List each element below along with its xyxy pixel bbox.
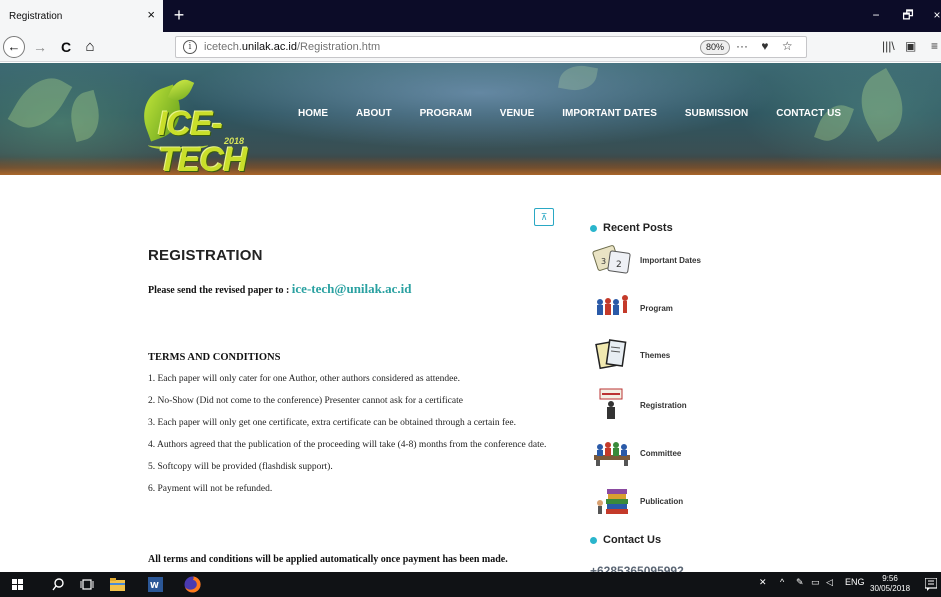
bookmark-star-icon[interactable]: ☆ — [782, 39, 793, 53]
pocket-icon[interactable]: ♥ — [761, 39, 768, 53]
navigation-toolbar: ← → C ⌂ i icetech.unilak.ac.id/Registrat… — [0, 32, 941, 62]
tab-close-icon[interactable]: × — [147, 8, 155, 22]
terms-item: 5. Softcopy will be provided (flashdisk … — [148, 462, 333, 472]
clock-time: 9:56 — [882, 574, 898, 583]
terms-heading: TERMS AND CONDITIONS — [148, 352, 281, 363]
terms-item: 6. Payment will not be refunded. — [148, 484, 273, 494]
recent-posts-heading: Recent Posts — [590, 222, 790, 234]
svg-text:W: W — [150, 581, 159, 590]
decor-leaf-icon — [7, 67, 73, 139]
zoom-level-badge[interactable]: 80% — [700, 40, 731, 55]
contact-us-heading: Contact Us — [590, 534, 661, 546]
taskbar: W ✕ ^ ✎ ▭ ◁ ENG 9:56 30/05/2018 — [0, 572, 941, 597]
post-label[interactable]: Themes — [640, 351, 670, 360]
nav-important-dates[interactable]: IMPORTANT DATES — [562, 108, 657, 119]
terms-item: 3. Each paper will only get one certific… — [148, 418, 516, 428]
page-title: REGISTRATION — [148, 247, 263, 264]
decor-leaf-icon — [64, 89, 106, 143]
battery-icon[interactable]: ▭ — [811, 577, 820, 588]
site-header: ICE-TECH 2018 HOME ABOUT PROGRAM VENUE I… — [0, 63, 941, 175]
logo-text: ICE-TECH — [158, 105, 248, 175]
clock-date: 30/05/2018 — [870, 584, 911, 593]
post-label[interactable]: Program — [640, 304, 673, 313]
committee-icon — [594, 442, 630, 466]
tab-strip: Registration × + − 🗗 × — [0, 0, 941, 32]
new-tab-button[interactable]: + — [168, 4, 190, 26]
taskbar-clock[interactable]: 9:56 30/05/2018 — [870, 574, 910, 594]
decor-leaf-icon — [814, 99, 854, 147]
calendar-icon: 3 2 — [592, 245, 631, 274]
post-themes[interactable]: Themes — [590, 337, 790, 373]
post-important-dates[interactable]: 3 2 Important Dates — [590, 242, 790, 278]
registration-sign-icon — [599, 388, 623, 419]
post-label[interactable]: Committee — [640, 449, 681, 458]
pin-icon[interactable]: ⊼ — [534, 208, 554, 226]
svg-text:2: 2 — [616, 260, 622, 270]
post-program[interactable]: Program — [590, 290, 790, 326]
windows-start-icon[interactable] — [12, 579, 23, 590]
task-view-icon[interactable] — [80, 579, 94, 590]
sidebar: Recent Posts 3 2 Important Dates Program — [590, 222, 790, 572]
nav-home[interactable]: HOME — [298, 108, 328, 119]
send-paper-line: Please send the revised paper to : ice-t… — [148, 281, 412, 297]
terms-item: 4. Authors agreed that the publication o… — [148, 440, 547, 450]
post-label[interactable]: Publication — [640, 497, 683, 506]
book-stack-icon — [597, 489, 628, 514]
url-bar[interactable]: i icetech.unilak.ac.id/Registration.htm … — [175, 36, 807, 58]
restore-icon[interactable]: 🗗 — [893, 0, 923, 32]
terms-footer: All terms and conditions will be applied… — [148, 554, 508, 565]
terms-list: 1. Each paper will only cater for one Au… — [148, 372, 573, 504]
post-publication[interactable]: Publication — [590, 483, 790, 519]
url-text[interactable]: icetech.unilak.ac.id/Registration.htm — [204, 41, 380, 53]
post-label[interactable]: Important Dates — [640, 256, 701, 265]
reload-button[interactable]: C — [58, 38, 74, 56]
tab-registration[interactable]: Registration × — [0, 0, 163, 32]
tab-title: Registration — [9, 10, 63, 22]
logo-year: 2018 — [224, 136, 245, 146]
terms-item: 1. Each paper will only cater for one Au… — [148, 374, 460, 384]
pen-icon[interactable]: ✎ — [796, 577, 804, 588]
page-actions-icon[interactable]: ··· — [736, 39, 748, 53]
decor-leaf-icon — [847, 68, 917, 142]
main-nav: HOME ABOUT PROGRAM VENUE IMPORTANT DATES… — [298, 108, 869, 119]
people-group-icon — [597, 295, 628, 315]
forward-button[interactable]: → — [32, 38, 48, 56]
file-explorer-icon[interactable] — [110, 578, 125, 591]
home-button[interactable]: ⌂ — [82, 38, 98, 56]
svg-text:3: 3 — [601, 257, 606, 266]
menu-icon[interactable]: ≡ — [931, 39, 938, 53]
post-committee[interactable]: Committee — [590, 435, 790, 471]
page-content: ⊼ REGISTRATION Please send the revised p… — [0, 175, 941, 572]
site-info-icon[interactable]: i — [183, 40, 197, 54]
language-indicator[interactable]: ENG — [845, 577, 865, 587]
firefox-icon[interactable] — [184, 576, 201, 593]
nav-submission[interactable]: SUBMISSION — [685, 108, 748, 119]
people-icon[interactable]: ✕ — [759, 577, 767, 588]
bullet-dot-icon — [590, 224, 597, 232]
minimize-icon[interactable]: − — [861, 0, 891, 32]
email-link[interactable]: ice-tech@unilak.ac.id — [292, 281, 412, 296]
search-icon[interactable] — [52, 578, 64, 591]
close-window-icon[interactable]: × — [922, 0, 941, 32]
notifications-icon[interactable] — [925, 578, 937, 591]
nav-program[interactable]: PROGRAM — [420, 108, 472, 119]
terms-item: 2. No-Show (Did not come to the conferen… — [148, 396, 463, 406]
back-button[interactable]: ← — [3, 36, 25, 58]
book-icon — [595, 339, 627, 370]
library-icon[interactable]: |||\ — [882, 39, 895, 53]
site-logo[interactable]: ICE-TECH 2018 — [135, 75, 272, 175]
post-label[interactable]: Registration — [640, 401, 687, 410]
word-icon[interactable]: W — [148, 577, 163, 592]
send-paper-label: Please send the revised paper to : — [148, 285, 290, 296]
bullet-dot-icon — [590, 536, 597, 544]
nav-about[interactable]: ABOUT — [356, 108, 392, 119]
nav-venue[interactable]: VENUE — [500, 108, 534, 119]
volume-icon[interactable]: ◁ — [826, 577, 833, 588]
decor-leaf-icon — [558, 63, 598, 94]
post-registration[interactable]: Registration — [590, 387, 790, 423]
contact-phone[interactable]: +6285365095992 — [590, 564, 684, 572]
tray-chevron-icon[interactable]: ^ — [780, 577, 784, 587]
sidebar-icon[interactable]: ▣ — [905, 39, 916, 53]
nav-contact-us[interactable]: CONTACT US — [776, 108, 841, 119]
